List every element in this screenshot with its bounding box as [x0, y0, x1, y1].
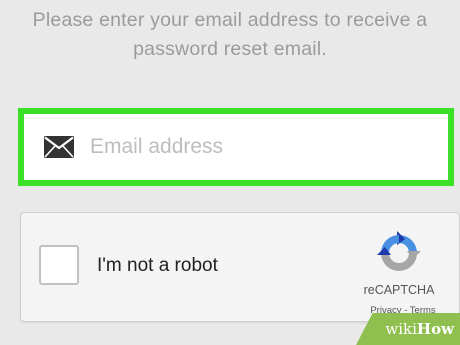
wikihow-watermark-text: wikiHow — [385, 320, 454, 338]
recaptcha-logo-icon — [377, 231, 421, 271]
recaptcha-widget: I'm not a robot reCAPTCHA Privacy - Term… — [20, 212, 460, 322]
instructions-line-2: password reset email. — [133, 38, 327, 60]
watermark-how: How — [416, 320, 454, 338]
email-field-container — [18, 108, 454, 186]
email-input[interactable] — [90, 126, 430, 168]
not-a-robot-label: I'm not a robot — [97, 255, 218, 276]
not-a-robot-checkbox[interactable] — [39, 245, 79, 285]
envelope-icon — [44, 136, 74, 158]
watermark-wiki: wiki — [385, 320, 417, 338]
instructions-text: Please enter your email address to recei… — [0, 6, 460, 64]
recaptcha-brand-text: reCAPTCHA — [363, 283, 435, 297]
instructions-line-1: Please enter your email address to recei… — [32, 9, 428, 31]
